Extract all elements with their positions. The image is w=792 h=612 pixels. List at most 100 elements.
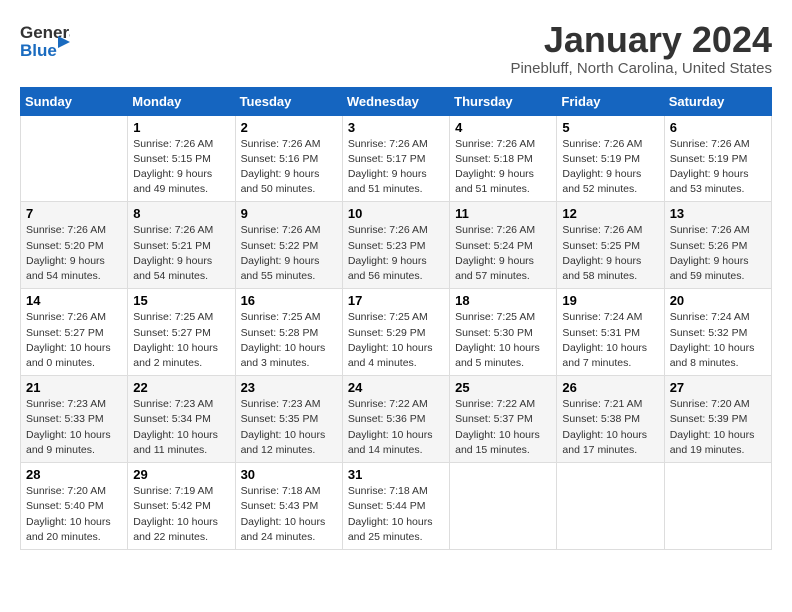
day-number: 3	[348, 120, 444, 135]
day-header-tuesday: Tuesday	[235, 87, 342, 115]
calendar-cell: 26Sunrise: 7:21 AM Sunset: 5:38 PM Dayli…	[557, 376, 664, 463]
day-number: 7	[26, 206, 122, 221]
day-info: Sunrise: 7:19 AM Sunset: 5:42 PM Dayligh…	[133, 484, 229, 545]
page-header: General Blue January 2024 Pinebluff, Nor…	[20, 20, 772, 77]
day-info: Sunrise: 7:18 AM Sunset: 5:44 PM Dayligh…	[348, 484, 444, 545]
day-number: 9	[241, 206, 337, 221]
day-number: 29	[133, 467, 229, 482]
calendar-cell	[21, 115, 128, 202]
day-info: Sunrise: 7:24 AM Sunset: 5:32 PM Dayligh…	[670, 310, 766, 371]
calendar-cell: 20 Sunrise: 7:24 AM Sunset: 5:32 PM Dayli…	[664, 289, 771, 376]
day-info: Sunrise: 7:22 AM Sunset: 5:36 PM Dayligh…	[348, 397, 444, 458]
day-header-saturday: Saturday	[664, 87, 771, 115]
calendar-cell: 23 Sunrise: 7:23 AM Sunset: 5:35 PM Dayli…	[235, 376, 342, 463]
calendar-cell: 7 Sunrise: 7:26 AM Sunset: 5:20 PM Daylig…	[21, 202, 128, 289]
day-number: 4	[455, 120, 551, 135]
calendar-week-row: 1Sunrise: 7:26 AM Sunset: 5:15 PM Daylig…	[21, 115, 772, 202]
logo: General Blue	[20, 20, 70, 69]
day-number: 26	[562, 380, 658, 395]
calendar-cell: 13 Sunrise: 7:26 AM Sunset: 5:26 PM Dayli…	[664, 202, 771, 289]
calendar-cell: 2Sunrise: 7:26 AM Sunset: 5:16 PM Daylig…	[235, 115, 342, 202]
day-number: 6	[670, 120, 766, 135]
calendar-cell: 16 Sunrise: 7:25 AM Sunset: 5:28 PM Dayli…	[235, 289, 342, 376]
calendar-cell: 4 Sunrise: 7:26 AM Sunset: 5:18 PM Daylig…	[450, 115, 557, 202]
day-info: Sunrise: 7:18 AM Sunset: 5:43 PM Dayligh…	[241, 484, 337, 545]
day-number: 27	[670, 380, 766, 395]
day-info: Sunrise: 7:26 AM Sunset: 5:21 PM Dayligh…	[133, 223, 229, 284]
day-info: Sunrise: 7:26 AM Sunset: 5:18 PM Dayligh…	[455, 137, 551, 198]
day-info: Sunrise: 7:25 AM Sunset: 5:28 PM Dayligh…	[241, 310, 337, 371]
day-info: Sunrise: 7:26 AM Sunset: 5:19 PM Dayligh…	[562, 137, 658, 198]
day-header-friday: Friday	[557, 87, 664, 115]
day-info: Sunrise: 7:20 AM Sunset: 5:40 PM Dayligh…	[26, 484, 122, 545]
day-number: 23	[241, 380, 337, 395]
calendar-cell	[664, 463, 771, 550]
calendar-cell: 8Sunrise: 7:26 AM Sunset: 5:21 PM Daylig…	[128, 202, 235, 289]
calendar-cell: 25 Sunrise: 7:22 AM Sunset: 5:37 PM Dayli…	[450, 376, 557, 463]
day-info: Sunrise: 7:26 AM Sunset: 5:25 PM Dayligh…	[562, 223, 658, 284]
day-info: Sunrise: 7:26 AM Sunset: 5:23 PM Dayligh…	[348, 223, 444, 284]
day-info: Sunrise: 7:26 AM Sunset: 5:26 PM Dayligh…	[670, 223, 766, 284]
day-number: 20	[670, 293, 766, 308]
calendar-cell: 24 Sunrise: 7:22 AM Sunset: 5:36 PM Dayli…	[342, 376, 449, 463]
calendar-cell: 10 Sunrise: 7:26 AM Sunset: 5:23 PM Dayli…	[342, 202, 449, 289]
day-number: 21	[26, 380, 122, 395]
title-area: January 2024 Pinebluff, North Carolina, …	[510, 20, 772, 77]
calendar-cell: 12Sunrise: 7:26 AM Sunset: 5:25 PM Dayli…	[557, 202, 664, 289]
calendar-cell: 17 Sunrise: 7:25 AM Sunset: 5:29 PM Dayli…	[342, 289, 449, 376]
day-number: 22	[133, 380, 229, 395]
day-number: 10	[348, 206, 444, 221]
day-info: Sunrise: 7:23 AM Sunset: 5:34 PM Dayligh…	[133, 397, 229, 458]
calendar-cell: 3Sunrise: 7:26 AM Sunset: 5:17 PM Daylig…	[342, 115, 449, 202]
day-info: Sunrise: 7:25 AM Sunset: 5:29 PM Dayligh…	[348, 310, 444, 371]
calendar-cell: 5 Sunrise: 7:26 AM Sunset: 5:19 PM Daylig…	[557, 115, 664, 202]
calendar-table: SundayMondayTuesdayWednesdayThursdayFrid…	[20, 87, 772, 550]
location: Pinebluff, North Carolina, United States	[510, 60, 772, 77]
day-info: Sunrise: 7:23 AM Sunset: 5:33 PM Dayligh…	[26, 397, 122, 458]
day-header-thursday: Thursday	[450, 87, 557, 115]
day-number: 14	[26, 293, 122, 308]
day-info: Sunrise: 7:25 AM Sunset: 5:27 PM Dayligh…	[133, 310, 229, 371]
calendar-cell	[557, 463, 664, 550]
day-info: Sunrise: 7:26 AM Sunset: 5:16 PM Dayligh…	[241, 137, 337, 198]
calendar-header-row: SundayMondayTuesdayWednesdayThursdayFrid…	[21, 87, 772, 115]
calendar-cell: 27Sunrise: 7:20 AM Sunset: 5:39 PM Dayli…	[664, 376, 771, 463]
month-title: January 2024	[510, 20, 772, 60]
calendar-week-row: 14 Sunrise: 7:26 AM Sunset: 5:27 PM Dayli…	[21, 289, 772, 376]
day-info: Sunrise: 7:25 AM Sunset: 5:30 PM Dayligh…	[455, 310, 551, 371]
calendar-cell: 22 Sunrise: 7:23 AM Sunset: 5:34 PM Dayli…	[128, 376, 235, 463]
day-info: Sunrise: 7:26 AM Sunset: 5:27 PM Dayligh…	[26, 310, 122, 371]
calendar-cell: 19Sunrise: 7:24 AM Sunset: 5:31 PM Dayli…	[557, 289, 664, 376]
day-header-monday: Monday	[128, 87, 235, 115]
calendar-week-row: 21 Sunrise: 7:23 AM Sunset: 5:33 PM Dayli…	[21, 376, 772, 463]
calendar-cell: 18 Sunrise: 7:25 AM Sunset: 5:30 PM Dayli…	[450, 289, 557, 376]
svg-text:Blue: Blue	[20, 41, 57, 60]
day-info: Sunrise: 7:26 AM Sunset: 5:19 PM Dayligh…	[670, 137, 766, 198]
day-number: 18	[455, 293, 551, 308]
day-info: Sunrise: 7:26 AM Sunset: 5:22 PM Dayligh…	[241, 223, 337, 284]
day-info: Sunrise: 7:23 AM Sunset: 5:35 PM Dayligh…	[241, 397, 337, 458]
calendar-cell: 14 Sunrise: 7:26 AM Sunset: 5:27 PM Dayli…	[21, 289, 128, 376]
calendar-cell: 29 Sunrise: 7:19 AM Sunset: 5:42 PM Dayli…	[128, 463, 235, 550]
day-number: 31	[348, 467, 444, 482]
day-number: 28	[26, 467, 122, 482]
day-number: 15	[133, 293, 229, 308]
calendar-week-row: 7 Sunrise: 7:26 AM Sunset: 5:20 PM Daylig…	[21, 202, 772, 289]
day-number: 25	[455, 380, 551, 395]
day-info: Sunrise: 7:24 AM Sunset: 5:31 PM Dayligh…	[562, 310, 658, 371]
calendar-cell: 15 Sunrise: 7:25 AM Sunset: 5:27 PM Dayli…	[128, 289, 235, 376]
day-number: 5	[562, 120, 658, 135]
calendar-cell: 1Sunrise: 7:26 AM Sunset: 5:15 PM Daylig…	[128, 115, 235, 202]
day-number: 17	[348, 293, 444, 308]
logo-icon: General Blue	[20, 20, 70, 69]
day-number: 30	[241, 467, 337, 482]
calendar-cell: 21 Sunrise: 7:23 AM Sunset: 5:33 PM Dayli…	[21, 376, 128, 463]
calendar-week-row: 28 Sunrise: 7:20 AM Sunset: 5:40 PM Dayli…	[21, 463, 772, 550]
day-info: Sunrise: 7:22 AM Sunset: 5:37 PM Dayligh…	[455, 397, 551, 458]
day-number: 24	[348, 380, 444, 395]
day-info: Sunrise: 7:26 AM Sunset: 5:24 PM Dayligh…	[455, 223, 551, 284]
day-number: 13	[670, 206, 766, 221]
calendar-cell: 11Sunrise: 7:26 AM Sunset: 5:24 PM Dayli…	[450, 202, 557, 289]
day-info: Sunrise: 7:26 AM Sunset: 5:20 PM Dayligh…	[26, 223, 122, 284]
day-number: 16	[241, 293, 337, 308]
